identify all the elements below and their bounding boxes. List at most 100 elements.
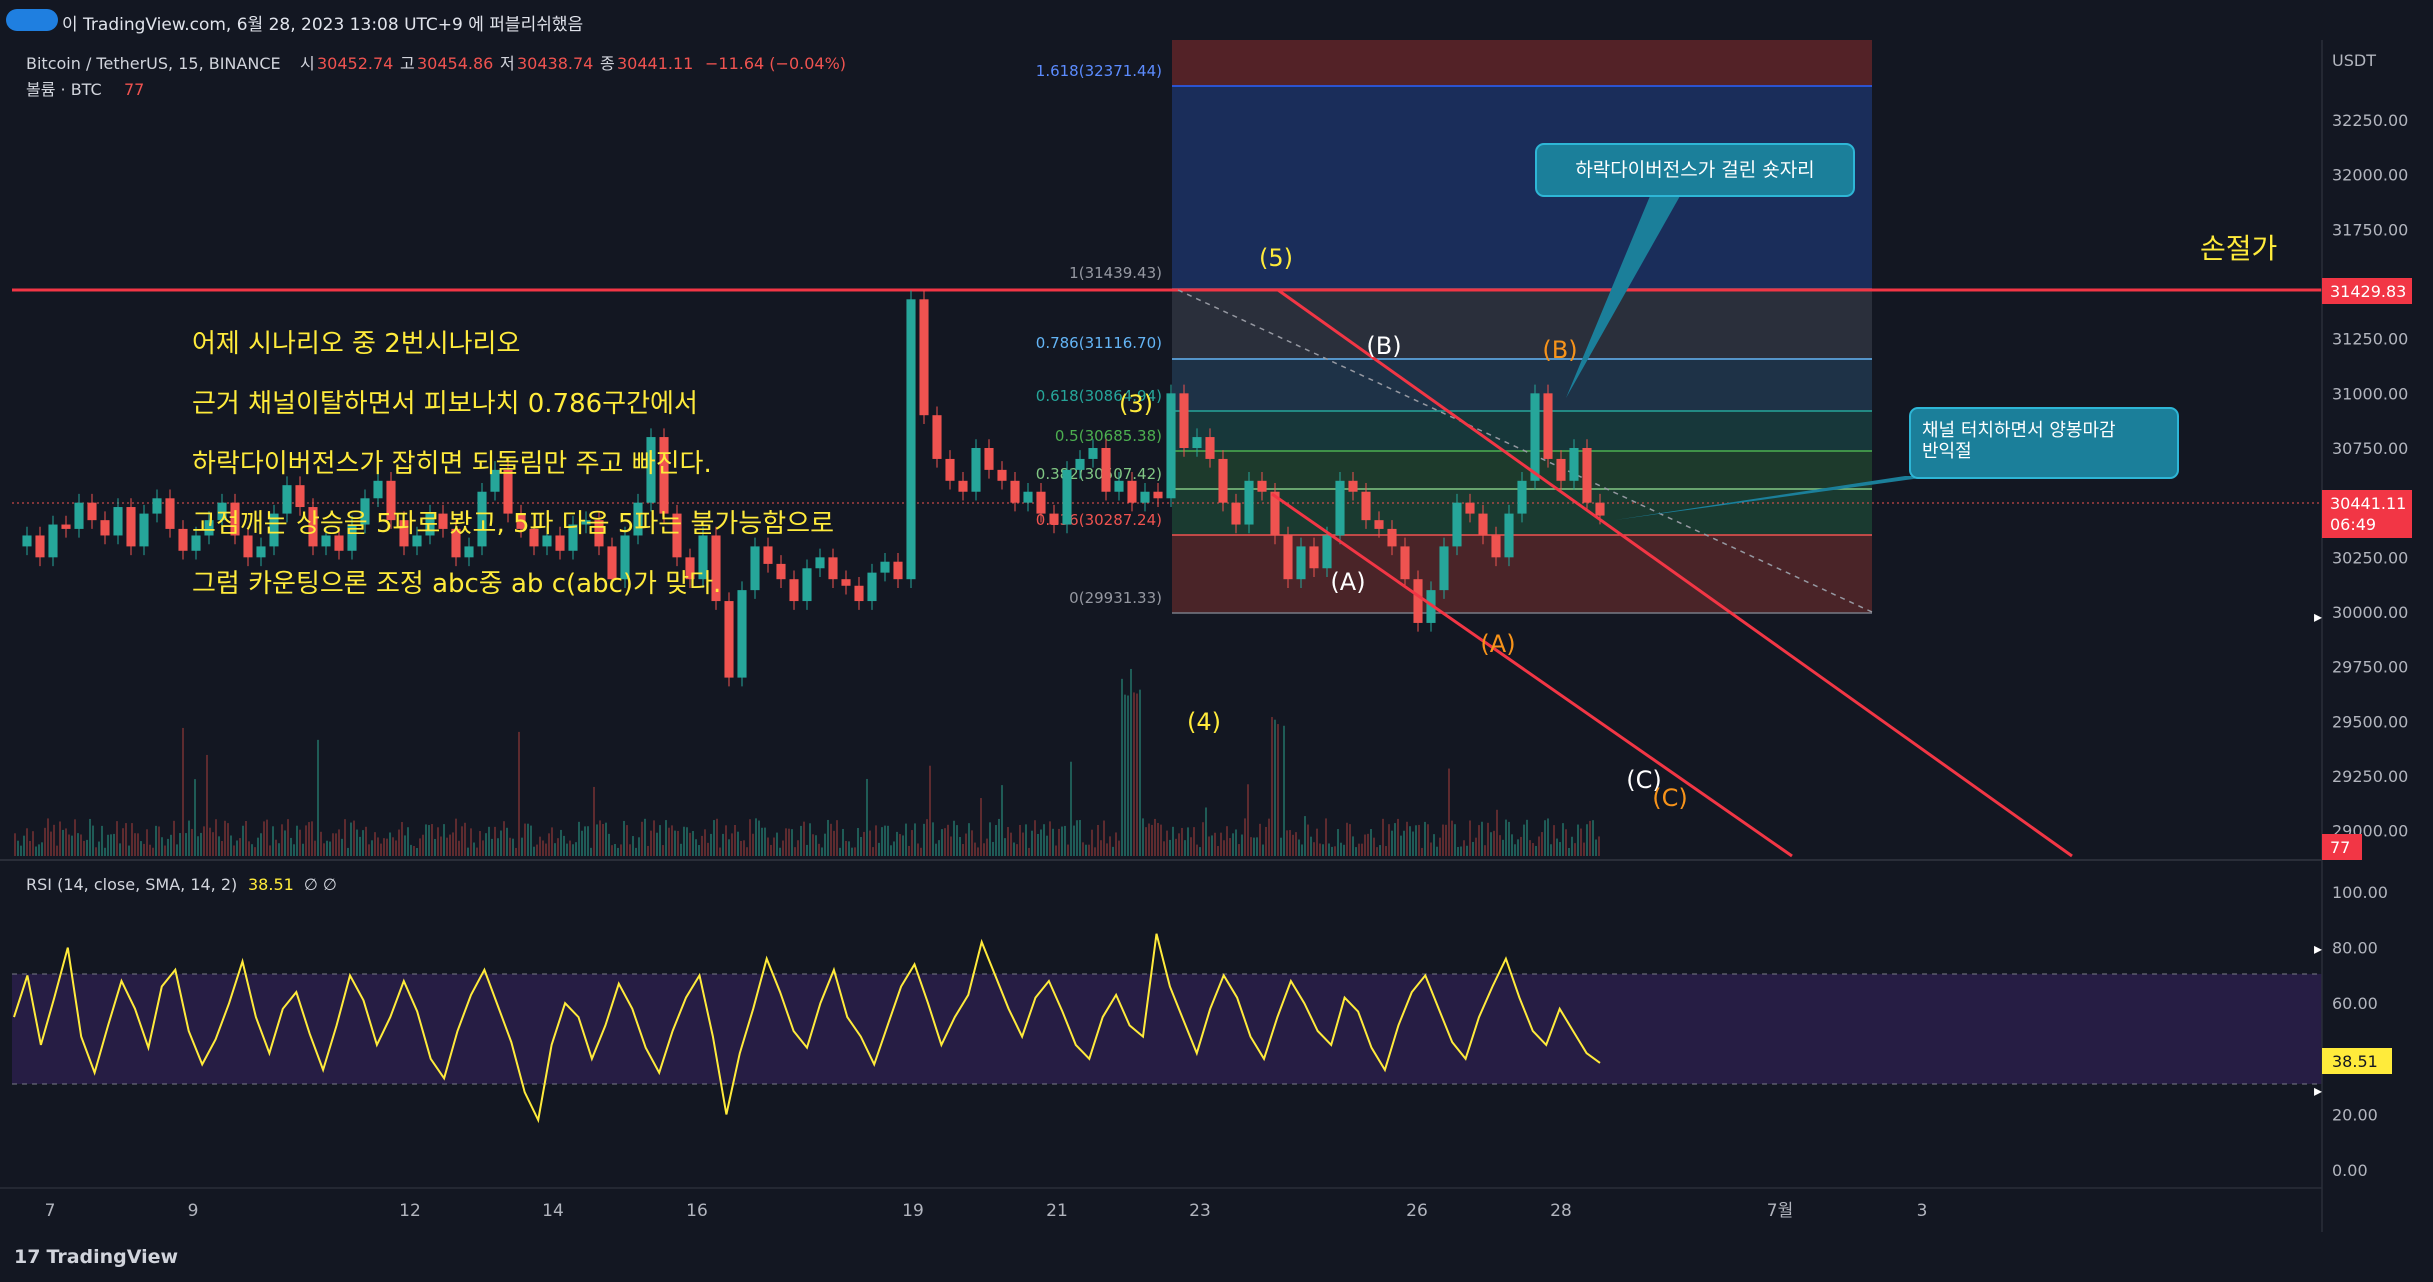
time-axis[interactable]: 7 9 12 14 16 19 21 23 26 28 7월 3 [45, 1201, 1928, 1221]
user-avatar-icon[interactable] [6, 9, 58, 31]
volume-bar [809, 823, 811, 856]
volume-bar [371, 840, 373, 856]
volume-bar [509, 837, 511, 856]
volume-bar [731, 833, 733, 856]
volume-bar [452, 832, 454, 856]
volume-bar [473, 842, 475, 856]
volume-bar [380, 843, 382, 856]
countdown-text: 06:49 [2330, 515, 2376, 534]
candle-body [1335, 480, 1345, 536]
volume-bar [1256, 837, 1258, 856]
volume-bar [761, 827, 763, 856]
volume-bar [749, 819, 751, 856]
volume-bar [692, 831, 694, 856]
volume-bar [572, 844, 574, 856]
volume-bar [104, 847, 106, 856]
rsi-value-text: 38.51 [2332, 1052, 2378, 1071]
time-tick: 23 [1189, 1201, 1211, 1221]
price-axis[interactable]: USDT 32250.0032000.0031750.0031500.00312… [2314, 40, 2412, 1232]
chart-svg[interactable]: 1.618(32371.44) 1(31439.43) 0.786(31116.… [0, 40, 2433, 1232]
volume-bar [806, 844, 808, 856]
volume-bar [1049, 821, 1051, 856]
candle-body [1101, 448, 1111, 492]
volume-bar [89, 818, 91, 856]
candle-body [841, 579, 851, 586]
volume-bar [1172, 826, 1174, 856]
volume-bar [59, 821, 61, 856]
time-tick: 7 [45, 1201, 56, 1221]
volume-bar [1379, 845, 1381, 856]
volume-bar [1397, 818, 1399, 856]
volume-bar [887, 825, 889, 856]
volume-bar [1166, 830, 1168, 856]
candle-body [1127, 480, 1137, 503]
volume-bar [446, 837, 448, 856]
volume-bar [458, 840, 460, 856]
volume-bar [356, 829, 358, 856]
volume-bar [1580, 828, 1582, 856]
volume-bar [992, 841, 994, 856]
volume-bar [740, 840, 742, 856]
volume-bar [1133, 692, 1135, 856]
volume-bar [1358, 843, 1360, 856]
candle-body [1556, 458, 1566, 481]
volume-bar [1223, 840, 1225, 856]
volume-bar [413, 845, 415, 856]
volume-badge-text: 77 [2330, 838, 2350, 857]
volume-bar [347, 847, 349, 856]
volume-bar [338, 829, 340, 856]
tradingview-logo[interactable]: 17 TradingView [14, 1246, 178, 1268]
volume-bar [1505, 819, 1507, 856]
candle-body [48, 524, 58, 558]
volume-bar [1076, 820, 1078, 856]
symbol-legend[interactable]: Bitcoin / TetherUS, 15, BINANCE 시 30452.… [26, 54, 846, 99]
volume-bar [1502, 839, 1504, 856]
volume-bar [1322, 844, 1324, 856]
volume-bar [596, 824, 598, 856]
volume-bar [767, 837, 769, 856]
volume-bar [1316, 828, 1318, 856]
high-value: 30454.86 [417, 54, 493, 73]
symbol-name: Bitcoin / TetherUS, 15, BINANCE [26, 54, 281, 73]
volume-bar [209, 827, 211, 856]
volume-bar [872, 847, 874, 856]
volume-bar [1364, 834, 1366, 856]
rsi-legend[interactable]: RSI (14, close, SMA, 14, 2) 38.51 ∅ ∅ [26, 875, 337, 894]
last-price-text: 30441.11 [2330, 494, 2406, 513]
volume-bar [197, 836, 199, 856]
candle-body [789, 579, 799, 602]
volume-bar [1073, 825, 1075, 856]
volume-bar [1406, 821, 1408, 856]
volume-bar [1244, 818, 1246, 856]
volume-bar [986, 838, 988, 856]
volume-bar [185, 833, 187, 856]
volume-bar [545, 843, 547, 856]
volume-bar [1388, 824, 1390, 856]
volume-bar [176, 844, 178, 856]
volume-bar [383, 838, 385, 856]
volume-bar [113, 833, 115, 856]
candle-body [61, 524, 71, 529]
fib-zone-0236 [1172, 535, 1872, 613]
volume-bar [245, 820, 247, 856]
volume-bar [1241, 834, 1243, 856]
volume-bar [686, 827, 688, 856]
volume-bar [1277, 724, 1279, 856]
volume-bar [1583, 842, 1585, 856]
analysis-note[interactable]: 어제 시나리오 중 2번시나리오 근거 채널이탈하면서 피보나치 0.786구간… [192, 329, 834, 599]
chart-area[interactable]: 1.618(32371.44) 1(31439.43) 0.786(31116.… [0, 40, 2433, 1232]
volume-bar [968, 823, 970, 856]
volume-bar [1568, 847, 1570, 856]
volume-bar [1130, 668, 1132, 856]
volume-bar [1142, 818, 1144, 856]
volume-bar [482, 840, 484, 856]
note-line-5: 그럼 카운팅으론 조정 abc중 ab c(abc)가 맞다. [192, 569, 721, 599]
volume-bar [602, 824, 604, 856]
volume-bar [653, 820, 655, 856]
candle-body [1439, 546, 1449, 591]
volume-bar [893, 841, 895, 856]
volume-bar [764, 827, 766, 856]
time-tick: 9 [188, 1201, 199, 1221]
volume-bar [107, 834, 109, 856]
volume-bar [1082, 842, 1084, 856]
